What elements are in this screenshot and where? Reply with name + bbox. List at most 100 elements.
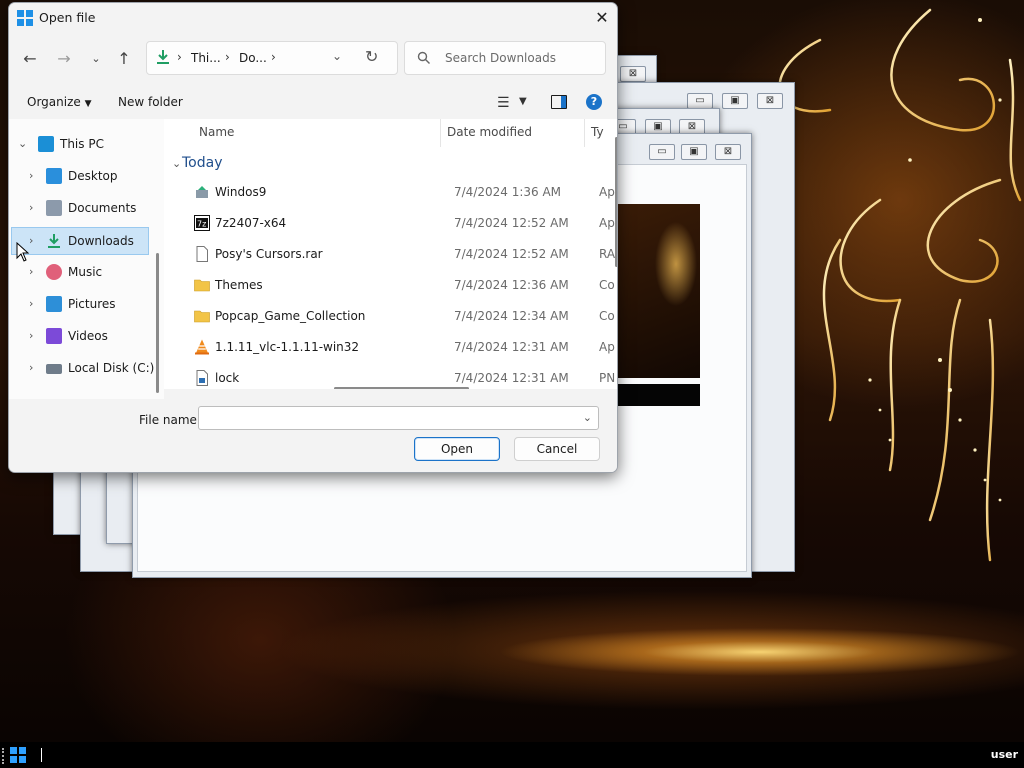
column-header-name[interactable]: Name (199, 125, 234, 139)
sidebar-item-label: Desktop (68, 169, 118, 183)
taskbar: user (0, 742, 1024, 768)
file-name-input[interactable]: ⌄ (198, 406, 599, 430)
wallpaper-preview-image (616, 204, 700, 378)
open-file-dialog: Open file ✕ ← → ⌄ ↑ › Thi... › Do... › ⌄… (8, 2, 618, 473)
chevron-down-icon[interactable]: ⌄ (18, 137, 27, 150)
command-bar: Organize ▼ New folder ☰ ▼ ? (9, 89, 617, 117)
taskbar-grip[interactable] (2, 748, 8, 764)
file-date: 7/4/2024 12:31 AM (454, 340, 569, 354)
column-header-type[interactable]: Ty (591, 125, 604, 139)
sidebar-item-local-disk[interactable]: › Local Disk (C:) (9, 355, 159, 383)
breadcrumb-separator: › (271, 50, 276, 64)
close-icon[interactable]: ⊠ (620, 66, 646, 82)
refresh-icon[interactable]: ↻ (365, 47, 378, 66)
chevron-right-icon[interactable]: › (29, 265, 33, 278)
chevron-right-icon[interactable]: › (29, 361, 33, 374)
chevron-down-icon[interactable]: ⌄ (172, 157, 181, 170)
close-icon[interactable]: ⊠ (757, 93, 783, 109)
chevron-right-icon[interactable]: › (29, 201, 33, 214)
sidebar-item-documents[interactable]: › Documents (9, 195, 159, 223)
minimize-icon[interactable]: ▭ (649, 144, 675, 160)
pictures-icon (46, 296, 62, 312)
chevron-right-icon[interactable]: › (29, 297, 33, 310)
videos-icon (46, 328, 62, 344)
maximize-icon[interactable]: ▣ (722, 93, 748, 109)
sidebar-item-videos[interactable]: › Videos (9, 323, 159, 351)
chevron-right-icon[interactable]: › (29, 329, 33, 342)
sidebar-item-downloads[interactable]: › Downloads (11, 227, 149, 255)
sidebar-item-this-pc[interactable]: ⌄ This PC (9, 131, 159, 159)
recent-locations-button[interactable]: ⌄ (86, 49, 106, 69)
image-file-icon (196, 370, 208, 386)
cancel-button[interactable]: Cancel (514, 437, 600, 461)
sidebar-item-label: Music (68, 265, 103, 279)
file-list-vertical-scrollbar[interactable] (615, 137, 617, 267)
file-list-horizontal-scrollbar[interactable] (334, 387, 469, 389)
file-name-label: File name: (139, 413, 201, 427)
file-name: Popcap_Game_Collection (215, 309, 366, 323)
file-row[interactable]: Popcap_Game_Collection 7/4/2024 12:34 AM… (164, 301, 615, 331)
open-button[interactable]: Open (414, 437, 500, 461)
text-caret[interactable] (41, 748, 42, 762)
navigation-bar: ← → ⌄ ↑ › Thi... › Do... › ⌄ ↻ Search Do… (9, 41, 617, 77)
file-row[interactable]: 1.1.11_vlc-1.1.11-win32 7/4/2024 12:31 A… (164, 332, 615, 362)
pc-icon (38, 136, 54, 152)
file-name: 1.1.11_vlc-1.1.11-win32 (215, 340, 360, 354)
file-row[interactable]: Windos9 7/4/2024 1:36 AM Ap (164, 177, 615, 207)
breadcrumb-separator: › (177, 50, 182, 64)
documents-icon (46, 200, 62, 216)
breadcrumb-this-pc[interactable]: Thi... (191, 51, 221, 65)
list-view-icon[interactable]: ☰ (497, 95, 510, 111)
address-bar[interactable]: › Thi... › Do... › ⌄ ↻ (146, 41, 398, 75)
file-date: 7/4/2024 1:36 AM (454, 185, 562, 199)
up-button[interactable]: ↑ (114, 49, 134, 69)
title-bar[interactable]: Open file ✕ (9, 3, 617, 33)
minimize-icon[interactable]: ▭ (687, 93, 713, 109)
search-input[interactable]: Search Downloads (404, 41, 606, 75)
sidebar-item-music[interactable]: › Music (9, 259, 159, 287)
breadcrumb-downloads[interactable]: Do... (239, 51, 267, 65)
sidebar-item-label: Documents (68, 201, 137, 215)
close-icon[interactable]: ⊠ (715, 144, 741, 160)
file-name: lock (215, 371, 240, 385)
svg-text:7z: 7z (197, 220, 206, 229)
vlc-icon (195, 339, 209, 355)
chevron-right-icon[interactable]: › (29, 169, 33, 182)
file-row[interactable]: 7z 7z2407-x64 7/4/2024 12:52 AM Ap (164, 208, 615, 238)
file-date: 7/4/2024 12:31 AM (454, 371, 569, 385)
preview-pane-icon[interactable] (551, 95, 567, 109)
file-row[interactable]: lock 7/4/2024 12:31 AM PN (164, 363, 615, 389)
user-label[interactable]: user (991, 748, 1018, 761)
breadcrumb-separator: › (225, 50, 230, 64)
file-type: Ap (599, 216, 615, 230)
column-divider[interactable] (440, 119, 441, 147)
organize-button[interactable]: Organize ▼ (27, 95, 92, 109)
new-folder-button[interactable]: New folder (118, 95, 183, 109)
file-row[interactable]: Posy's Cursors.rar 7/4/2024 12:52 AM RA (164, 239, 615, 269)
help-icon[interactable]: ? (586, 94, 602, 110)
chevron-down-icon[interactable]: ⌄ (332, 49, 342, 63)
music-icon (46, 264, 62, 280)
back-button[interactable]: ← (20, 49, 40, 69)
maximize-icon[interactable]: ▣ (681, 144, 707, 160)
group-header-today[interactable]: Today (182, 155, 223, 171)
sidebar-item-desktop[interactable]: › Desktop (9, 163, 159, 191)
column-divider[interactable] (584, 119, 585, 147)
windows-logo-icon (17, 10, 33, 26)
close-button[interactable]: ✕ (587, 3, 617, 33)
forward-button[interactable]: → (54, 49, 74, 69)
chevron-down-icon[interactable]: ▼ (519, 96, 527, 107)
navigation-scrollbar[interactable] (156, 253, 159, 393)
start-button[interactable] (10, 747, 26, 763)
column-header-date-modified[interactable]: Date modified (447, 125, 532, 139)
chevron-down-icon[interactable]: ⌄ (583, 411, 592, 424)
organize-label: Organize (27, 95, 81, 109)
file-row[interactable]: Themes 7/4/2024 12:36 AM Co (164, 270, 615, 300)
disk-icon (46, 364, 62, 374)
file-date: 7/4/2024 12:34 AM (454, 309, 569, 323)
file-date: 7/4/2024 12:52 AM (454, 216, 569, 230)
file-name: Posy's Cursors.rar (215, 247, 323, 261)
chevron-down-icon: ▼ (84, 99, 92, 109)
sidebar-item-pictures[interactable]: › Pictures (9, 291, 159, 319)
sidebar-item-label: Local Disk (C:) (68, 361, 155, 375)
